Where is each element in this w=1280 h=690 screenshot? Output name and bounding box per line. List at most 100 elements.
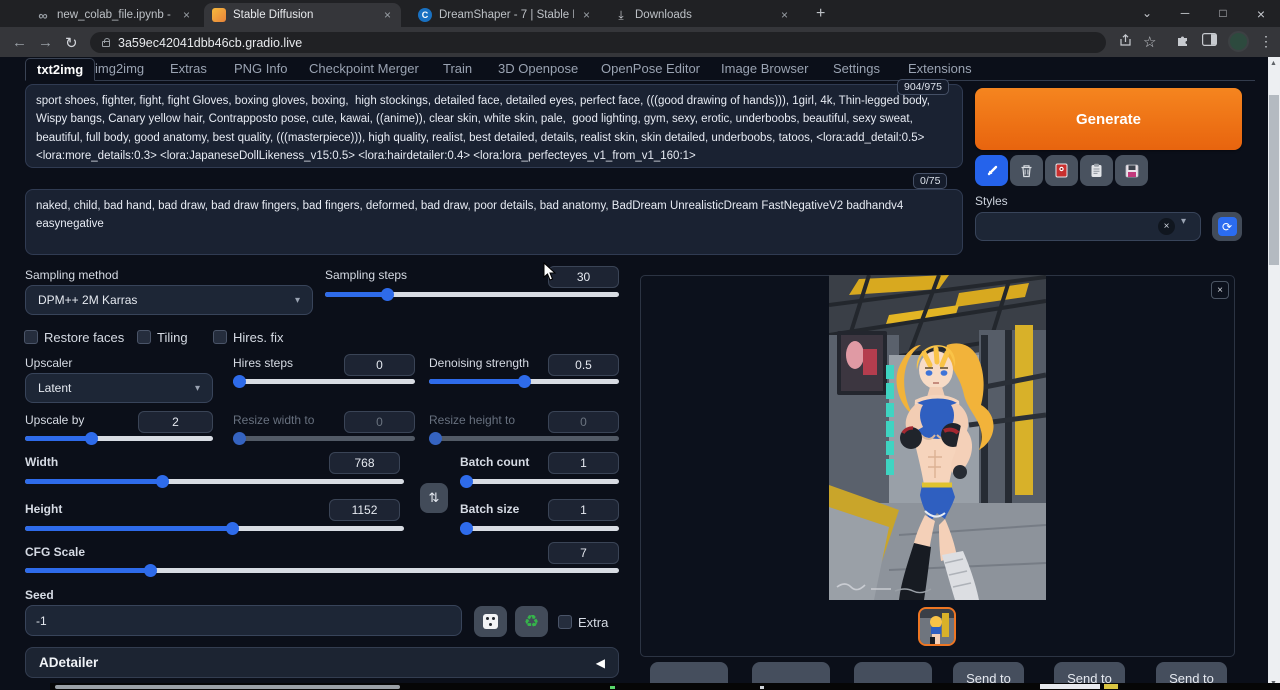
scroll-up-icon[interactable]: ▲ (1270, 60, 1277, 67)
batch-size-value[interactable]: 1 (548, 499, 619, 521)
prompt-input[interactable]: sport shoes, fighter, fight, fight Glove… (25, 84, 963, 168)
chevron-down-icon[interactable]: ▾ (1181, 216, 1186, 227)
close-tab-icon[interactable]: × (382, 8, 393, 22)
restore-faces-checkbox[interactable] (24, 330, 38, 344)
adetailer-accordion[interactable]: ADetailer ◀ (25, 647, 619, 678)
tab-openpose-editor[interactable]: OpenPose Editor (601, 61, 700, 76)
window-minimize-button[interactable]: ─ (1178, 6, 1192, 20)
cfg-scale-value[interactable]: 7 (548, 542, 619, 564)
forward-icon[interactable]: → (38, 34, 53, 51)
resize-height-slider (429, 436, 619, 441)
tab-txt2img[interactable]: txt2img (25, 58, 95, 81)
close-tab-icon[interactable]: × (181, 8, 192, 22)
random-seed-button[interactable] (474, 606, 507, 637)
gallery-close-button[interactable]: × (1211, 281, 1229, 299)
page-scrollbar-thumb[interactable] (1269, 95, 1279, 265)
share-icon[interactable] (1118, 33, 1133, 51)
batch-size-slider[interactable] (460, 526, 619, 531)
height-value[interactable]: 1152 (329, 499, 400, 521)
browser-tab-colab[interactable]: ∞ new_colab_file.ipynb - Colaborat × (28, 3, 200, 27)
window-close-button[interactable]: × (1254, 6, 1268, 22)
styles-clear-icon[interactable]: × (1158, 218, 1175, 235)
reuse-seed-button[interactable]: ♻ (515, 606, 548, 637)
tab-checkpoint-merger[interactable]: Checkpoint Merger (309, 61, 419, 76)
resize-height-label: Resize height to (429, 413, 515, 427)
tab-train[interactable]: Train (443, 61, 472, 76)
seed-input[interactable] (25, 605, 462, 636)
sampling-method-select[interactable]: DPM++ 2M Karras ▾ (25, 285, 313, 315)
tab-png-info[interactable]: PNG Info (234, 61, 287, 76)
cfg-scale-label: CFG Scale (25, 545, 85, 559)
tiling-label: Tiling (157, 330, 188, 345)
seed-label: Seed (25, 588, 54, 602)
tab-image-browser[interactable]: Image Browser (721, 61, 808, 76)
tab-search-chevron-icon[interactable]: ⌄ (1140, 6, 1154, 20)
batch-count-value[interactable]: 1 (548, 452, 619, 474)
denoising-strength-value[interactable]: 0.5 (548, 354, 619, 376)
styles-label: Styles (975, 194, 1008, 208)
sampling-steps-slider[interactable] (325, 292, 619, 297)
gallery-thumbnail[interactable] (918, 607, 956, 646)
dice-icon (483, 614, 498, 629)
save-icon (1125, 164, 1139, 178)
prompt-token-counter: 904/975 (897, 79, 949, 95)
bookmark-star-icon[interactable]: ☆ (1143, 33, 1156, 51)
new-tab-button[interactable]: + (816, 5, 825, 23)
batch-size-label: Batch size (460, 502, 519, 516)
swap-dimensions-button[interactable]: ⇅ (420, 483, 448, 513)
generate-button[interactable]: Generate (975, 88, 1242, 150)
screen: ∞ new_colab_file.ipynb - Colaborat × Sta… (0, 0, 1280, 690)
hires-fix-checkbox[interactable] (213, 330, 227, 344)
paste-params-button[interactable] (975, 155, 1008, 186)
negative-prompt-input[interactable]: naked, child, bad hand, bad draw, bad dr… (25, 189, 963, 255)
batch-count-slider[interactable] (460, 479, 619, 484)
trash-icon (1020, 164, 1033, 178)
sidebar-icon[interactable] (1202, 33, 1217, 49)
close-tab-icon[interactable]: × (581, 8, 592, 22)
extra-seed-checkbox[interactable] (558, 615, 572, 629)
browser-tab-title: Downloads (635, 9, 772, 21)
denoising-strength-slider[interactable] (429, 379, 619, 384)
reload-icon[interactable]: ↻ (65, 34, 78, 52)
upscaler-value: Latent (38, 381, 71, 395)
profile-avatar[interactable] (1228, 31, 1249, 52)
generated-image[interactable] (829, 275, 1046, 600)
menu-dots-icon[interactable]: ⋮ (1259, 33, 1273, 50)
height-slider[interactable] (25, 526, 404, 531)
apply-styles-button[interactable] (1080, 155, 1113, 186)
close-tab-icon[interactable]: × (779, 8, 790, 22)
browser-tab-downloads[interactable]: ⤓ Downloads × (606, 3, 798, 27)
width-value[interactable]: 768 (329, 452, 400, 474)
browser-tab-stable-diffusion[interactable]: Stable Diffusion × (204, 3, 401, 27)
resize-height-value: 0 (548, 411, 619, 433)
civitai-icon: C (418, 8, 432, 22)
tab-img2img[interactable]: img2img (95, 61, 144, 76)
browser-tab-dreamshaper[interactable]: C DreamShaper - 7 | Stable Diffusi × (410, 3, 600, 27)
tab-3d-openpose[interactable]: 3D Openpose (498, 61, 578, 76)
back-icon[interactable]: ← (12, 34, 27, 51)
tab-extras[interactable]: Extras (170, 61, 207, 76)
upscale-by-slider[interactable] (25, 436, 213, 441)
hires-steps-value[interactable]: 0 (344, 354, 415, 376)
extensions-puzzle-icon[interactable] (1176, 33, 1190, 50)
clear-prompt-button[interactable] (1010, 155, 1043, 186)
save-style-button[interactable] (1115, 155, 1148, 186)
cfg-scale-slider[interactable] (25, 568, 619, 573)
upscale-by-value[interactable]: 2 (138, 411, 213, 433)
tab-settings[interactable]: Settings (833, 61, 880, 76)
width-slider[interactable] (25, 479, 404, 484)
tab-divider (25, 80, 1255, 81)
upscaler-select[interactable]: Latent ▾ (25, 373, 213, 403)
sampling-steps-value[interactable]: 30 (548, 266, 619, 288)
address-bar[interactable]: 3a59ec42041dbb46cb.gradio.live (90, 32, 1106, 53)
overlay-progress-bar (55, 685, 400, 689)
overlay-speck (610, 686, 615, 689)
refresh-styles-button[interactable]: ⟳ (1212, 212, 1242, 241)
resize-width-slider (233, 436, 415, 441)
extra-networks-button[interactable] (1045, 155, 1078, 186)
hires-steps-slider[interactable] (233, 379, 415, 384)
sampling-steps-label: Sampling steps (325, 268, 407, 282)
tab-extensions[interactable]: Extensions (908, 61, 972, 76)
window-maximize-button[interactable]: □ (1216, 6, 1230, 20)
tiling-checkbox[interactable] (137, 330, 151, 344)
